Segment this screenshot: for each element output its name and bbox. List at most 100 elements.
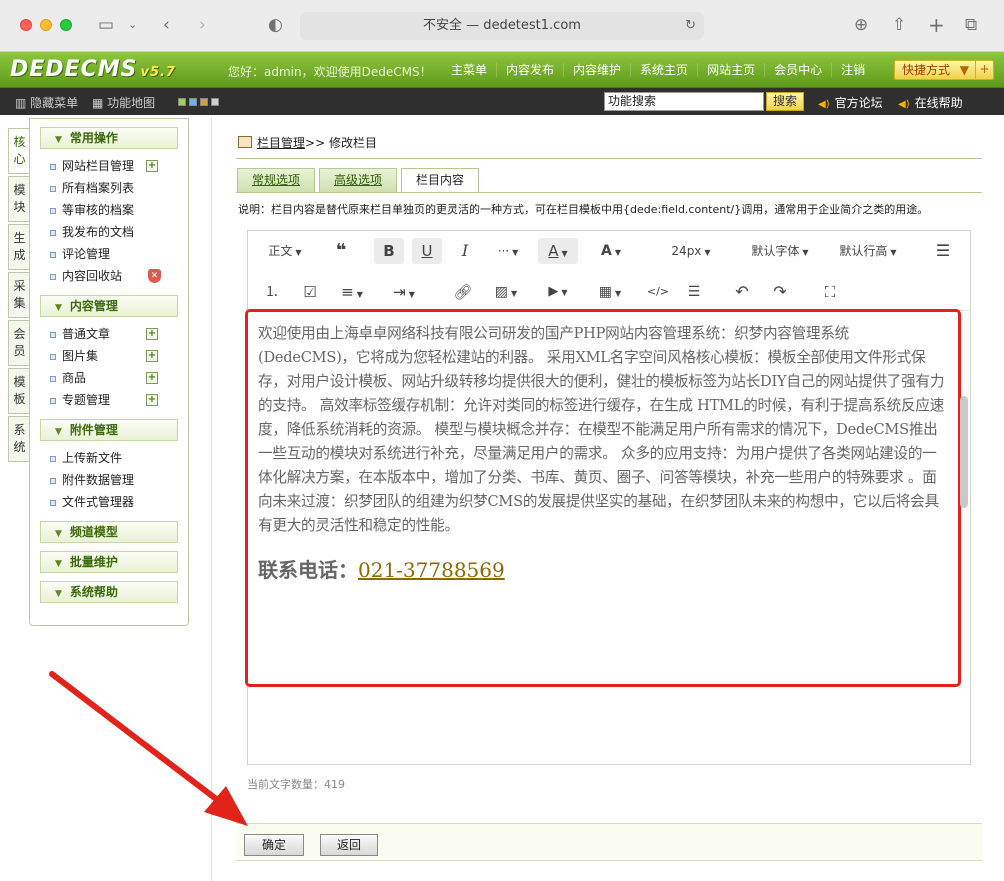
hide-menu-button[interactable]: ▥ 隐藏菜单 <box>15 94 78 111</box>
function-search-input[interactable]: 功能搜索 <box>604 92 764 111</box>
bullet-list-icon[interactable]: ☰ <box>930 238 956 264</box>
quote-icon[interactable]: ❝ <box>328 238 354 264</box>
link-icon[interactable]: 🔗︎ <box>450 279 476 305</box>
sidebar-item-pending-archives[interactable]: 等审核的档案 <box>50 199 188 221</box>
vtab-module[interactable]: 模块 <box>8 176 30 222</box>
underline-icon[interactable]: U <box>412 238 442 264</box>
sidebar-group-attachment[interactable]: ▼ 附件管理 <box>40 419 178 441</box>
divider-line-icon[interactable]: ☰ <box>682 279 706 305</box>
add-icon[interactable]: + <box>146 160 158 172</box>
align-icon[interactable]: ≡ ▼ <box>336 279 368 305</box>
sidebar-group-help[interactable]: ▼ 系统帮助 <box>40 581 178 603</box>
new-tab-icon[interactable]: + <box>928 14 945 36</box>
font-family-dropdown[interactable]: 默认字体 ▼ <box>748 238 812 264</box>
vtab-collect[interactable]: 采集 <box>8 272 30 318</box>
tab-advanced[interactable]: 高级选项 <box>319 168 398 192</box>
back-button[interactable]: 返回 <box>320 834 378 856</box>
tabs-overview-icon[interactable]: ⧉ <box>965 14 977 36</box>
bold-icon[interactable]: B <box>374 238 404 264</box>
confirm-button[interactable]: 确定 <box>244 834 304 856</box>
tab-general[interactable]: 常规选项 <box>237 168 316 192</box>
sidebar-item-upload-file[interactable]: 上传新文件 <box>50 447 188 469</box>
vtab-member[interactable]: 会员 <box>8 320 30 366</box>
video-icon[interactable]: ▶ ▼ <box>542 279 574 305</box>
chevron-down-icon[interactable]: ⌄ <box>128 14 137 36</box>
vtab-generate[interactable]: 生成 <box>8 224 30 270</box>
vtab-system[interactable]: 系统 <box>8 416 30 462</box>
fullscreen-icon[interactable]: ⛶ <box>818 279 842 305</box>
sidebar-item-category-manage[interactable]: 网站栏目管理 + <box>50 155 188 177</box>
search-button[interactable]: 搜索 <box>766 92 804 111</box>
add-icon[interactable]: + <box>146 350 158 362</box>
chevron-down-icon: ▼ <box>959 63 969 77</box>
forward-arrow-icon[interactable]: › <box>199 14 206 36</box>
table-icon[interactable]: ▦ ▼ <box>594 279 626 305</box>
vtab-core[interactable]: 核心 <box>8 128 30 174</box>
add-shortcut-button[interactable]: + <box>975 60 993 80</box>
sidebar-item-image-set[interactable]: 图片集 + <box>50 345 188 367</box>
shield-icon[interactable]: ✕ <box>148 269 161 283</box>
shortcut-dropdown[interactable]: 快捷方式 ▼ + <box>894 60 994 80</box>
indent-icon[interactable]: ⇥ ▼ <box>388 279 420 305</box>
theme-swatch-gray[interactable] <box>211 98 219 106</box>
nav-system-home[interactable]: 系统主页 <box>630 63 697 77</box>
breadcrumb-link[interactable]: 栏目管理 <box>257 136 305 150</box>
font-size-dropdown[interactable]: 24px ▼ <box>666 238 716 264</box>
share-icon[interactable]: ⇧ <box>892 14 906 36</box>
font-color-icon[interactable]: A ▼ <box>538 238 578 264</box>
theme-swatch-brown[interactable] <box>200 98 208 106</box>
italic-icon[interactable]: I <box>450 238 480 264</box>
sidebar-group-common[interactable]: ▼ 常用操作 <box>40 127 178 149</box>
sidebar-item-recycle-bin[interactable]: 内容回收站 ✕ <box>50 265 188 287</box>
add-icon[interactable]: + <box>146 328 158 340</box>
nav-content-publish[interactable]: 内容发布 <box>496 63 563 77</box>
editor-content-area[interactable]: 欢迎使用由上海卓卓网络科技有限公司研发的国产PHP网站内容管理系统：织梦内容管理… <box>245 309 970 764</box>
checklist-icon[interactable]: ☑ <box>298 279 322 305</box>
nav-content-maintain[interactable]: 内容维护 <box>563 63 630 77</box>
more-format-dropdown[interactable]: ··· ▼ <box>488 238 528 264</box>
numbered-list-icon[interactable]: ⒈ <box>260 279 284 305</box>
image-icon[interactable]: ▨ ▼ <box>490 279 522 305</box>
sidebar-item-goods[interactable]: 商品 + <box>50 367 188 389</box>
sidebar-item-article[interactable]: 普通文章 + <box>50 323 188 345</box>
nav-main-menu[interactable]: 主菜单 <box>442 63 496 77</box>
online-help-link[interactable]: ◀) 在线帮助 <box>898 94 963 111</box>
highlight-color-icon[interactable]: A ▼ <box>594 238 628 264</box>
paragraph-format-dropdown[interactable]: 正文 ▼ <box>262 238 308 264</box>
line-height-dropdown[interactable]: 默认行高 ▼ <box>836 238 900 264</box>
address-bar[interactable]: 不安全 — dedetest1.com ↻ <box>300 12 704 40</box>
sidebar-item-attachment-data[interactable]: 附件数据管理 <box>50 469 188 491</box>
sidebar-item-comments[interactable]: 评论管理 <box>50 243 188 265</box>
sidebar-item-my-documents[interactable]: 我发布的文档 <box>50 221 188 243</box>
maximize-window-button[interactable] <box>60 19 72 31</box>
nav-logout[interactable]: 注销 <box>831 63 874 77</box>
vtab-template[interactable]: 模板 <box>8 368 30 414</box>
editor-scrollbar[interactable] <box>960 396 968 508</box>
undo-icon[interactable]: ↶ <box>730 279 754 305</box>
add-icon[interactable]: + <box>146 372 158 384</box>
sidebar-item-file-manager[interactable]: 文件式管理器 <box>50 491 188 513</box>
tab-content[interactable]: 栏目内容 <box>401 168 480 193</box>
back-arrow-icon[interactable]: ‹ <box>163 14 170 36</box>
group-title: 常用操作 <box>69 131 118 145</box>
nav-member-center[interactable]: 会员中心 <box>764 63 831 77</box>
download-icon[interactable]: ⊕ <box>854 14 868 36</box>
sidebar-toggle-icon[interactable]: ▭ <box>98 14 114 36</box>
sidebar-item-topic[interactable]: 专题管理 + <box>50 389 188 411</box>
add-icon[interactable]: + <box>146 394 158 406</box>
privacy-shield-icon[interactable]: ◐ <box>268 14 283 36</box>
minimize-window-button[interactable] <box>40 19 52 31</box>
close-window-button[interactable] <box>20 19 32 31</box>
redo-icon[interactable]: ↷ <box>768 279 792 305</box>
official-forum-link[interactable]: ◀) 官方论坛 <box>818 94 883 111</box>
sidebar-group-content[interactable]: ▼ 内容管理 <box>40 295 178 317</box>
nav-site-home[interactable]: 网站主页 <box>697 63 764 77</box>
theme-swatch-blue[interactable] <box>189 98 197 106</box>
code-icon[interactable]: </> <box>646 279 670 305</box>
theme-swatch-green[interactable] <box>178 98 186 106</box>
sidebar-group-channel-model[interactable]: ▼ 频道模型 <box>40 521 178 543</box>
reload-icon[interactable]: ↻ <box>685 12 696 40</box>
sidebar-group-batch[interactable]: ▼ 批量维护 <box>40 551 178 573</box>
site-map-button[interactable]: ▦ 功能地图 <box>92 94 155 111</box>
sidebar-item-all-archives[interactable]: 所有档案列表 <box>50 177 188 199</box>
